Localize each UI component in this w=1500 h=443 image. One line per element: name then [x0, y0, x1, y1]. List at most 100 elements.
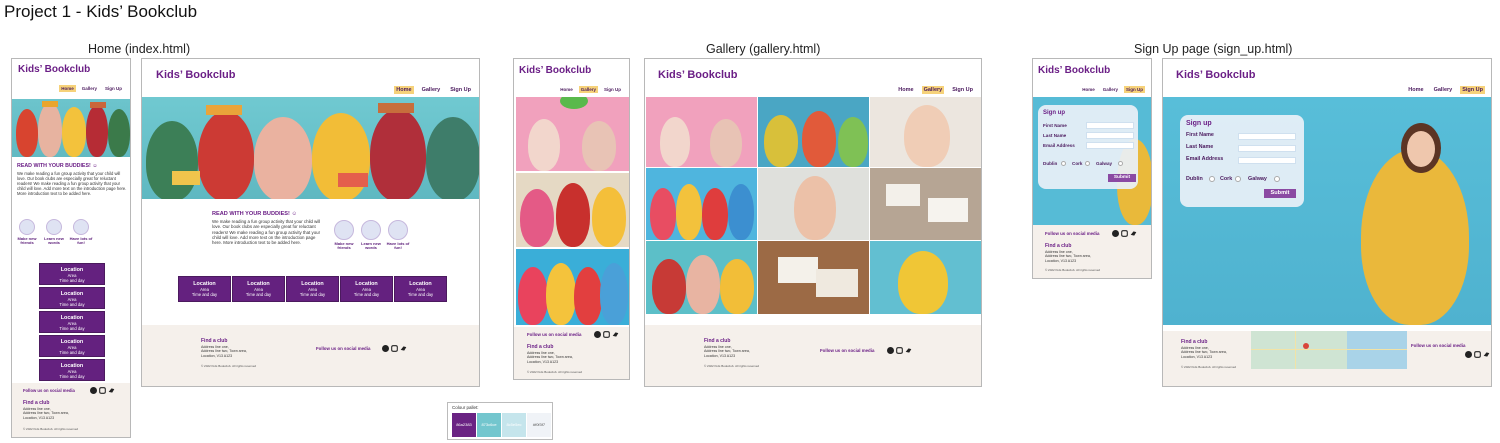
find-club-title: Find a club — [527, 344, 554, 350]
nav-signup[interactable]: Sign Up — [1460, 86, 1485, 94]
nav-gallery[interactable]: Gallery — [578, 86, 598, 93]
instagram-icon[interactable] — [1474, 351, 1481, 358]
nav-home[interactable]: Home — [394, 86, 414, 94]
facebook-icon[interactable] — [594, 331, 601, 338]
palette-swatch: #f0f3f7 — [527, 413, 551, 437]
nav-signup[interactable]: Sign Up — [1124, 86, 1145, 93]
copyright: © 2022 Kids Bookclub. All rights reserve… — [527, 370, 583, 374]
gallery-photo[interactable] — [758, 168, 869, 240]
gallery-photo[interactable] — [870, 241, 981, 314]
facebook-icon[interactable] — [1112, 230, 1119, 237]
nav-home[interactable]: Home — [1406, 86, 1425, 94]
gallery-photo[interactable] — [516, 249, 629, 325]
nav-home[interactable]: Home — [59, 85, 76, 92]
brand-logo[interactable]: Kids’ Bookclub — [1038, 65, 1110, 76]
nav-signup[interactable]: Sign Up — [602, 86, 623, 93]
email-input[interactable] — [1238, 157, 1296, 164]
instagram-icon[interactable] — [603, 331, 610, 338]
galway-radio[interactable] — [1118, 161, 1123, 166]
brand-logo[interactable]: Kids’ Bookclub — [658, 69, 737, 81]
section-label-home: Home (index.html) — [88, 42, 191, 56]
facebook-icon[interactable] — [90, 387, 97, 394]
instagram-icon[interactable] — [896, 347, 903, 354]
field-label: Last Name — [1043, 133, 1067, 138]
signup-desktop-mockup: Kids’ Bookclub Home Gallery Sign Up Sign… — [1162, 58, 1492, 387]
nav-signup[interactable]: Sign Up — [950, 86, 975, 94]
nav-gallery[interactable]: Gallery — [80, 85, 99, 92]
location-card[interactable]: Location Area Time and day — [39, 311, 105, 333]
location-card[interactable]: Location Area Time and day — [39, 263, 105, 285]
nav-home[interactable]: Home — [1080, 86, 1097, 93]
location-card[interactable]: Location Area Time and day — [340, 276, 393, 302]
social-links — [887, 347, 912, 354]
map[interactable] — [1251, 331, 1407, 369]
gallery-desktop-mockup: Kids’ Bookclub Home Gallery Sign Up Find… — [644, 58, 982, 387]
nav-gallery[interactable]: Gallery — [420, 86, 443, 94]
location-card[interactable]: Location Area Time and day — [39, 287, 105, 309]
twitter-icon[interactable] — [400, 345, 407, 352]
home-desktop-mockup: Kids’ Bookclub Home Gallery Sign Up READ… — [141, 58, 480, 387]
twitter-icon[interactable] — [612, 331, 619, 338]
facebook-icon[interactable] — [1465, 351, 1472, 358]
nav-gallery[interactable]: Gallery — [1432, 86, 1455, 94]
dublin-radio[interactable] — [1209, 176, 1215, 182]
email-input[interactable] — [1086, 142, 1134, 149]
follow-label: Follow us on social media — [1411, 343, 1466, 348]
nav-home[interactable]: Home — [558, 86, 575, 93]
main-nav: Home Gallery Sign Up — [394, 86, 473, 94]
last-name-input[interactable] — [1238, 145, 1296, 152]
radio-label: Dublin — [1043, 161, 1058, 166]
cork-radio[interactable] — [1085, 161, 1090, 166]
location-card[interactable]: Location Area Time and day — [286, 276, 339, 302]
facebook-icon[interactable] — [382, 345, 389, 352]
location-card[interactable]: Location Area Time and day — [39, 359, 105, 381]
address: Address line one, Address line two, Town … — [1045, 250, 1091, 263]
galway-radio[interactable] — [1274, 176, 1280, 182]
brand-logo[interactable]: Kids’ Bookclub — [18, 64, 90, 75]
nav-signup[interactable]: Sign Up — [448, 86, 473, 94]
words-icon — [361, 220, 381, 240]
gallery-photo[interactable] — [646, 97, 757, 167]
nav-home[interactable]: Home — [896, 86, 915, 94]
instagram-icon[interactable] — [99, 387, 106, 394]
twitter-icon[interactable] — [1483, 351, 1490, 358]
dublin-radio[interactable] — [1061, 161, 1066, 166]
gallery-photo[interactable] — [516, 173, 629, 247]
nav-signup[interactable]: Sign Up — [103, 85, 124, 92]
instagram-icon[interactable] — [391, 345, 398, 352]
twitter-icon[interactable] — [1130, 230, 1137, 237]
gallery-photo[interactable] — [516, 97, 629, 171]
twitter-icon[interactable] — [905, 347, 912, 354]
brand-logo[interactable]: Kids’ Bookclub — [519, 65, 591, 76]
gallery-photo[interactable] — [646, 241, 757, 314]
radio-label: Galway — [1248, 176, 1267, 182]
first-name-input[interactable] — [1238, 133, 1296, 140]
nav-gallery[interactable]: Gallery — [921, 86, 945, 94]
first-name-input[interactable] — [1086, 122, 1134, 129]
nav-gallery[interactable]: Gallery — [1101, 86, 1120, 93]
gallery-photo[interactable] — [758, 97, 869, 167]
main-nav: Home Gallery Sign Up — [558, 86, 623, 93]
field-label: Email Address — [1186, 156, 1224, 162]
submit-button[interactable]: Submit — [1108, 174, 1136, 182]
location-card[interactable]: Location Area Time and day — [178, 276, 231, 302]
radio-label: Cork — [1072, 161, 1083, 166]
gallery-photo[interactable] — [646, 168, 757, 240]
last-name-input[interactable] — [1086, 132, 1134, 139]
brand-logo[interactable]: Kids’ Bookclub — [156, 69, 235, 81]
twitter-icon[interactable] — [108, 387, 115, 394]
cork-radio[interactable] — [1235, 176, 1241, 182]
gallery-photo[interactable] — [870, 97, 981, 167]
main-nav: Home Gallery Sign Up — [1080, 86, 1145, 93]
location-card[interactable]: Location Area Time and day — [39, 335, 105, 357]
facebook-icon[interactable] — [887, 347, 894, 354]
location-card[interactable]: Location Area Time and day — [394, 276, 447, 302]
brand-logo[interactable]: Kids’ Bookclub — [1176, 69, 1255, 81]
location-card[interactable]: Location Area Time and day — [232, 276, 285, 302]
submit-button[interactable]: Submit — [1264, 189, 1296, 198]
gallery-photo[interactable] — [870, 168, 981, 240]
instagram-icon[interactable] — [1121, 230, 1128, 237]
follow-label: Follow us on social media — [527, 332, 582, 337]
gallery-photo[interactable] — [758, 241, 869, 314]
icon-label: Make new friends — [17, 236, 37, 246]
